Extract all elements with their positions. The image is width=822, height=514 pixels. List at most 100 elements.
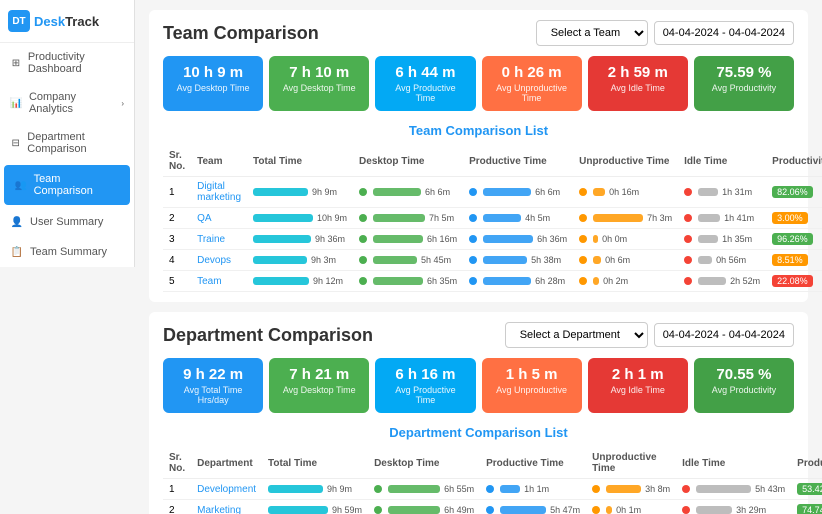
col-desktop: Desktop Time <box>353 146 463 177</box>
dept-table-title: Department Comparison List <box>163 425 794 440</box>
stat-label: Avg Desktop Time <box>279 385 359 395</box>
col-productivity: Productivity <box>766 146 822 177</box>
sidebar-item-label: Team Summary <box>30 246 107 258</box>
sidebar-item-label: User Summary <box>30 216 103 228</box>
col-team: Team <box>191 146 247 177</box>
table-row: 5 Team 9h 12m 6h 35m 6h 28m <box>163 271 822 292</box>
stat-label: Avg Unproductive <box>492 385 572 395</box>
desktop-time: 5h 45m <box>353 250 463 271</box>
stat-value: 75.59 % <box>704 64 784 81</box>
unproductive-time: 0h 0m <box>573 229 678 250</box>
table-row: 1 Development 9h 9m 6h 55m 1h 1m <box>163 479 822 500</box>
team-stat-unproductive: 0 h 26 m Avg Unproductive Time <box>482 56 582 111</box>
sidebar-item-label: Department Comparison <box>27 131 124 155</box>
sr-no: 4 <box>163 250 191 271</box>
productive-time: 5h 38m <box>463 250 573 271</box>
stat-label: Avg Idle Time <box>598 83 678 93</box>
team-comparison-title: Team Comparison <box>163 23 319 44</box>
stat-label: Avg Idle Time <box>598 385 678 395</box>
idle-time: 0h 56m <box>678 250 766 271</box>
team-stat-productive: 6 h 44 m Avg Productive Time <box>375 56 475 111</box>
unproductive-time: 0h 16m <box>573 177 678 208</box>
total-time: 9h 12m <box>247 271 353 292</box>
table-row: 2 Marketing 9h 59m 6h 49m 5h 47m <box>163 500 822 514</box>
idle-time: 3h 29m <box>676 500 791 514</box>
sr-no: 1 <box>163 177 191 208</box>
sidebar-item-teamsummary[interactable]: 📋 Team Summary <box>0 237 134 267</box>
stat-label: Avg Total Time Hrs/day <box>173 385 253 405</box>
stat-value: 9 h 22 m <box>173 366 253 383</box>
dept-stat-productivity: 70.55 % Avg Productivity <box>694 358 794 413</box>
sidebar-item-label: Productivity Dashboard <box>28 51 124 75</box>
total-time: 9h 36m <box>247 229 353 250</box>
team-name[interactable]: Devops <box>191 250 247 271</box>
team-stat-desktop1: 10 h 9 m Avg Desktop Time <box>163 56 263 111</box>
summary-icon: 📋 <box>10 245 24 259</box>
team-select[interactable]: Select a Team <box>536 20 648 46</box>
team-name[interactable]: Team <box>191 271 247 292</box>
sidebar-item-team[interactable]: 👥 Team Comparison <box>4 165 130 205</box>
stat-value: 2 h 1 m <box>598 366 678 383</box>
sidebar-item-company[interactable]: 📊 Company Analytics › <box>0 83 134 123</box>
col-desktop: Desktop Time <box>368 448 480 479</box>
desktop-time: 6h 16m <box>353 229 463 250</box>
idle-time: 1h 41m <box>678 208 766 229</box>
stat-label: Avg Desktop Time <box>173 83 253 93</box>
sidebar-item-user[interactable]: 👤 User Summary <box>0 207 134 237</box>
dept-date-range[interactable]: 04-04-2024 - 04-04-2024 <box>654 323 794 347</box>
sr-no: 2 <box>163 500 191 514</box>
unproductive-time: 3h 8m <box>586 479 676 500</box>
team-stat-cards: 10 h 9 m Avg Desktop Time 7 h 10 m Avg D… <box>163 56 794 111</box>
col-total: Total Time <box>262 448 368 479</box>
dept-select[interactable]: Select a Department <box>505 322 648 348</box>
sr-no: 2 <box>163 208 191 229</box>
user-icon: 👤 <box>10 215 24 229</box>
idle-time: 2h 52m <box>678 271 766 292</box>
total-time: 9h 9m <box>262 479 368 500</box>
stat-value: 0 h 26 m <box>492 64 572 81</box>
sidebar-item-productivity[interactable]: ⊞ Productivity Dashboard <box>0 43 134 83</box>
col-unproductive: Unproductive Time <box>573 146 678 177</box>
sr-no: 1 <box>163 479 191 500</box>
dept-name[interactable]: Marketing <box>191 500 262 514</box>
productivity-badge: 8.51% <box>766 250 822 271</box>
arrow-icon: › <box>121 99 124 108</box>
desktop-time: 6h 35m <box>353 271 463 292</box>
col-total: Total Time <box>247 146 353 177</box>
desktop-time: 6h 49m <box>368 500 480 514</box>
dept-name[interactable]: Development <box>191 479 262 500</box>
total-time: 9h 59m <box>262 500 368 514</box>
productivity-badge: 82.06% <box>766 177 822 208</box>
sidebar: DT DeskTrack ⊞ Productivity Dashboard 📊 … <box>0 0 135 514</box>
team-name[interactable]: Traine <box>191 229 247 250</box>
table-row: 3 Traine 9h 36m 6h 16m 6h 36m <box>163 229 822 250</box>
desktop-time: 6h 6m <box>353 177 463 208</box>
dept-stat-unproductive: 1 h 5 m Avg Unproductive <box>482 358 582 413</box>
stat-value: 7 h 21 m <box>279 366 359 383</box>
table-row: 4 Devops 9h 3m 5h 45m 5h 38m <box>163 250 822 271</box>
sidebar-logo: DT DeskTrack ⊞ Productivity Dashboard 📊 … <box>0 0 135 267</box>
productivity-badge: 53.42 <box>791 479 822 500</box>
unproductive-time: 0h 1m <box>586 500 676 514</box>
logo-icon: DT <box>8 10 30 32</box>
dept-stat-total: 9 h 22 m Avg Total Time Hrs/day <box>163 358 263 413</box>
team-icon: 👥 <box>14 178 28 192</box>
stat-label: Avg Productive Time <box>385 83 465 103</box>
team-comparison-table: Sr. No. Team Total Time Desktop Time Pro… <box>163 146 822 292</box>
team-name[interactable]: Digital marketing <box>191 177 247 208</box>
stat-label: Avg Productive Time <box>385 385 465 405</box>
desktop-time: 7h 5m <box>353 208 463 229</box>
stat-value: 10 h 9 m <box>173 64 253 81</box>
sidebar-item-department[interactable]: ⊟ Department Comparison <box>0 123 134 163</box>
productive-time: 4h 5m <box>463 208 573 229</box>
stat-value: 7 h 10 m <box>279 64 359 81</box>
team-stat-productivity: 75.59 % Avg Productivity <box>694 56 794 111</box>
stat-label: Avg Productivity <box>704 385 784 395</box>
idle-time: 1h 35m <box>678 229 766 250</box>
dept-comparison-section: Department Comparison Select a Departmen… <box>149 312 808 514</box>
team-name[interactable]: QA <box>191 208 247 229</box>
team-date-range[interactable]: 04-04-2024 - 04-04-2024 <box>654 21 794 45</box>
productivity-badge: 96.26% <box>766 229 822 250</box>
col-productive: Productive Time <box>463 146 573 177</box>
dept-stat-cards: 9 h 22 m Avg Total Time Hrs/day 7 h 21 m… <box>163 358 794 413</box>
